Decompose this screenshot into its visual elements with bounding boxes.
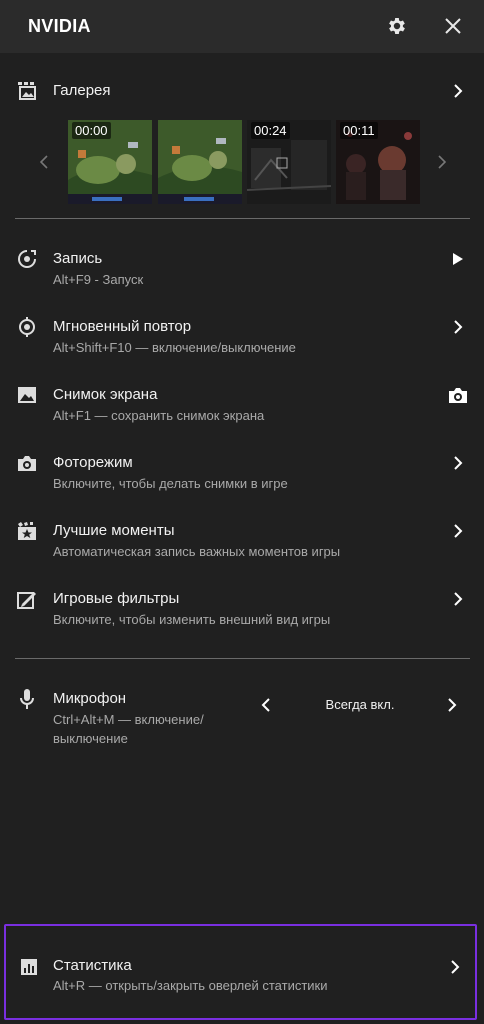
screenshot-subtitle: Alt+F1 — сохранить снимок экрана — [53, 408, 265, 423]
gallery-thumbnail[interactable]: 00:24 — [247, 120, 331, 204]
instant-replay-row[interactable]: Мгновенный повтор Alt+Shift+F10 — включе… — [0, 316, 484, 360]
camera-icon — [16, 452, 38, 474]
statistics-subtitle: Alt+R — открыть/закрыть оверлей статисти… — [53, 978, 328, 993]
photo-mode-row[interactable]: Фоторежим Включите, чтобы делать снимки … — [0, 452, 484, 496]
highlights-row[interactable]: Лучшие моменты Автоматическая запись важ… — [0, 520, 484, 564]
play-icon[interactable] — [450, 251, 466, 267]
image-icon — [16, 384, 38, 406]
close-icon[interactable] — [441, 14, 465, 38]
title-bar: NVIDIA — [0, 0, 484, 53]
chevron-left-icon[interactable] — [258, 697, 274, 713]
chevron-right-icon[interactable] — [447, 959, 463, 975]
game-filters-subtitle: Включите, чтобы изменить внешний вид игр… — [53, 612, 331, 627]
instant-replay-subtitle: Alt+Shift+F10 — включение/выключение — [53, 340, 296, 355]
microphone-mode-value: Всегда вкл. — [325, 697, 395, 712]
chevron-right-icon[interactable] — [450, 319, 466, 335]
chevron-left-icon[interactable] — [36, 152, 52, 172]
microphone-title: Микрофон — [53, 690, 127, 707]
statistics-title: Статистика — [53, 957, 132, 974]
gear-icon[interactable] — [385, 14, 409, 38]
screenshot-title: Снимок экрана — [53, 386, 158, 403]
game-filters-title: Игровые фильтры — [53, 590, 180, 607]
microphone-subtitle-line2: выключение — [53, 731, 128, 746]
chevron-right-icon[interactable] — [450, 83, 466, 99]
gallery-thumbnail[interactable] — [158, 120, 242, 204]
divider — [15, 658, 470, 659]
gallery-thumbnails: 00:00 00:24 00:11 — [0, 120, 484, 204]
record-icon — [16, 248, 38, 270]
microphone-subtitle-line1: Ctrl+Alt+M — включение/ — [53, 712, 204, 727]
instant-replay-title: Мгновенный повтор — [53, 318, 192, 335]
game-filters-row[interactable]: Игровые фильтры Включите, чтобы изменить… — [0, 588, 484, 632]
stats-icon — [18, 956, 40, 978]
chevron-right-icon[interactable] — [444, 697, 460, 713]
photo-mode-title: Фоторежим — [53, 454, 133, 471]
thumbnail-time: 00:00 — [72, 122, 111, 139]
chevron-right-icon[interactable] — [450, 523, 466, 539]
screenshot-row[interactable]: Снимок экрана Alt+F1 — сохранить снимок … — [0, 384, 484, 428]
gallery-thumbnail[interactable]: 00:11 — [336, 120, 420, 204]
divider — [15, 218, 470, 219]
highlights-subtitle: Автоматическая запись важных моментов иг… — [53, 544, 341, 559]
record-title: Запись — [53, 250, 103, 267]
record-row[interactable]: Запись Alt+F9 - Запуск — [0, 248, 484, 292]
app-title: NVIDIA — [28, 16, 91, 36]
highlights-title: Лучшие моменты — [53, 522, 175, 539]
microphone-row: Микрофон Ctrl+Alt+M — включение/ выключе… — [0, 688, 484, 750]
gallery-title: Галерея — [53, 82, 111, 99]
gallery-icon — [16, 80, 38, 102]
thumbnail-time: 00:11 — [340, 122, 378, 139]
gallery-thumbnail[interactable]: 00:00 — [68, 120, 152, 204]
photo-mode-subtitle: Включите, чтобы делать снимки в игре — [53, 476, 288, 491]
record-subtitle: Alt+F9 - Запуск — [53, 272, 144, 287]
chevron-right-icon[interactable] — [450, 455, 466, 471]
chevron-right-icon[interactable] — [434, 152, 450, 172]
microphone-icon — [16, 688, 38, 710]
highlights-icon — [16, 520, 38, 542]
camera-icon[interactable] — [447, 385, 469, 405]
chevron-right-icon[interactable] — [450, 591, 466, 607]
filter-icon — [16, 588, 38, 610]
statistics-row[interactable]: Статистика Alt+R — открыть/закрыть оверл… — [4, 924, 477, 1020]
thumbnail-time: 00:24 — [251, 122, 290, 139]
gallery-row[interactable]: Галерея — [0, 78, 484, 106]
instant-replay-icon — [16, 316, 38, 338]
